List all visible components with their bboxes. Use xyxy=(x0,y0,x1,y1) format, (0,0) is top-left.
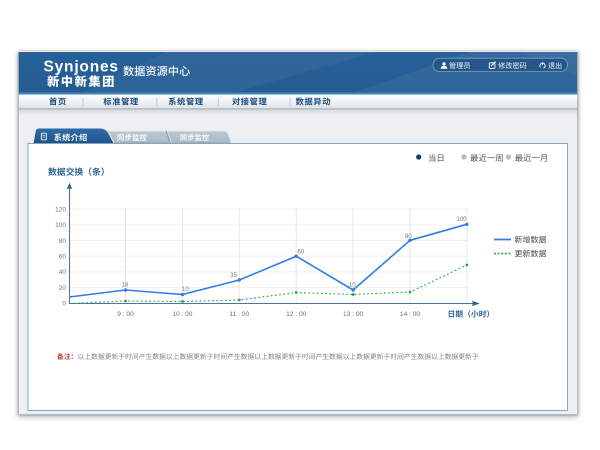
svg-text:100: 100 xyxy=(457,217,468,223)
svg-text:10: 10 xyxy=(182,287,189,293)
svg-text:12 : 00: 12 : 00 xyxy=(286,311,306,318)
svg-text:120: 120 xyxy=(55,206,66,213)
svg-text:18: 18 xyxy=(122,283,129,289)
svg-text:10 : 00: 10 : 00 xyxy=(172,311,192,318)
svg-text:80: 80 xyxy=(59,238,67,245)
svg-text:10: 10 xyxy=(349,283,356,289)
svg-text:60: 60 xyxy=(298,250,305,256)
svg-text:100: 100 xyxy=(55,222,66,229)
svg-text:11 : 00: 11 : 00 xyxy=(229,311,249,318)
svg-text:0: 0 xyxy=(62,301,66,308)
svg-text:Synjones: Synjones xyxy=(44,59,119,76)
svg-text:20: 20 xyxy=(59,285,67,292)
svg-text:14 : 00: 14 : 00 xyxy=(400,311,420,318)
svg-text:60: 60 xyxy=(59,254,67,261)
svg-text:9 : 00: 9 : 00 xyxy=(117,311,134,318)
svg-text:80: 80 xyxy=(405,234,412,240)
svg-text:13 : 00: 13 : 00 xyxy=(343,311,363,318)
svg-text:40: 40 xyxy=(59,269,67,276)
svg-text:35: 35 xyxy=(230,273,237,279)
